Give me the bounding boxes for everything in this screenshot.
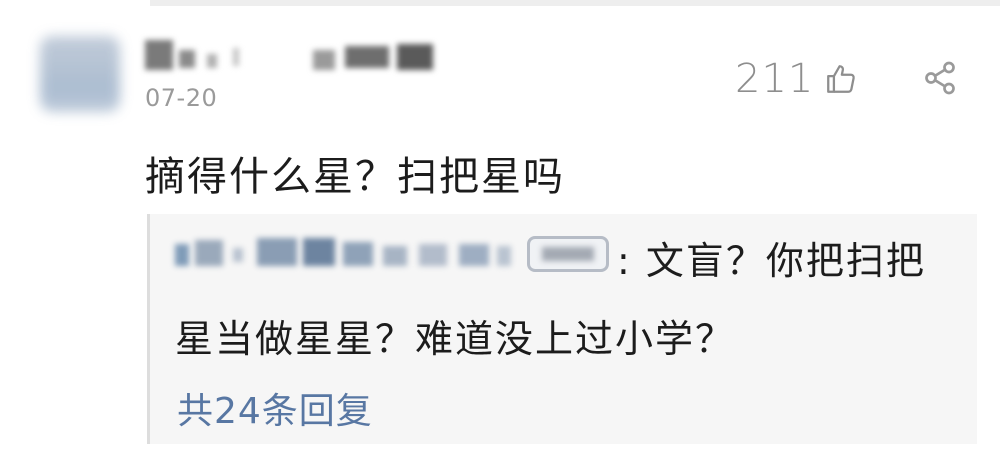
comment-text: 摘得什么星？扫把星吗 bbox=[145, 154, 565, 200]
reply-text-line-1: : 文盲？你把扫把 bbox=[617, 239, 926, 283]
reply-user-badge bbox=[527, 236, 609, 272]
avatar[interactable] bbox=[40, 36, 120, 112]
view-more-replies-link[interactable]: 共24条回复 bbox=[177, 382, 373, 434]
comment-date: 07-20 bbox=[145, 84, 218, 112]
like-count: 211 bbox=[735, 56, 815, 102]
reply-text-line-2: 星当做星星？难道没上过小学？ bbox=[175, 317, 736, 361]
top-divider bbox=[150, 0, 1000, 6]
share-icon[interactable] bbox=[922, 60, 958, 96]
thumbs-up-icon bbox=[827, 65, 856, 93]
like-button[interactable]: 211 bbox=[735, 56, 858, 102]
reply-divider bbox=[147, 214, 150, 444]
reply-preview[interactable]: : 文盲？你把扫把 星当做星星？难道没上过小学？ 共24条回复 bbox=[147, 214, 977, 444]
